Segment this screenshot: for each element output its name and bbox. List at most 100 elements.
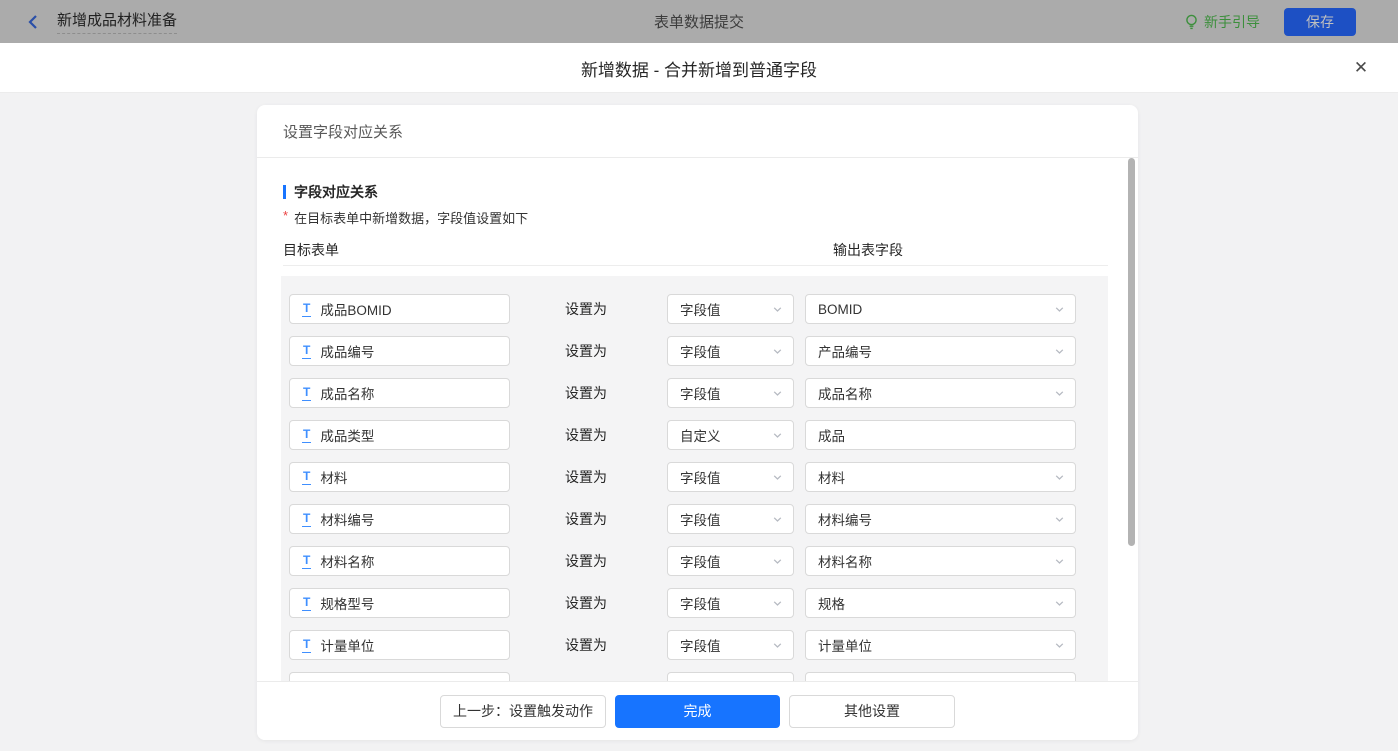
value-mode-select[interactable]: 字段值 bbox=[667, 462, 794, 492]
other-settings-button[interactable]: 其他设置 bbox=[789, 695, 955, 728]
dialog-title: 新增数据 - 合并新增到普通字段 bbox=[0, 43, 1398, 93]
chevron-down-icon bbox=[772, 430, 783, 441]
save-button[interactable]: 保存 bbox=[1284, 8, 1356, 36]
value-mode-select[interactable] bbox=[667, 672, 794, 681]
required-note-text: 在目标表单中新增数据，字段值设置如下 bbox=[294, 208, 528, 227]
target-field-label: 材料编号 bbox=[320, 509, 374, 529]
mapping-row: T计量单位设置为字段值计量单位 bbox=[289, 630, 1108, 660]
chevron-left-icon bbox=[26, 14, 40, 30]
chevron-down-icon bbox=[772, 388, 783, 399]
chevron-down-icon bbox=[1054, 514, 1065, 525]
text-field-icon: T bbox=[302, 302, 311, 317]
value-mode-select[interactable]: 字段值 bbox=[667, 294, 794, 324]
value-mode-select[interactable]: 字段值 bbox=[667, 504, 794, 534]
set-as-label: 设置为 bbox=[565, 509, 607, 529]
chevron-down-icon bbox=[1054, 346, 1065, 357]
chevron-down-icon bbox=[772, 472, 783, 483]
mapping-row-partial bbox=[289, 672, 1108, 681]
target-field-box[interactable]: T 成品类型 bbox=[289, 420, 510, 450]
mapping-rows: T成品BOMID设置为字段值BOMIDT成品编号设置为字段值产品编号T成品名称设… bbox=[281, 276, 1108, 681]
target-field-box[interactable]: T 计量单位 bbox=[289, 630, 510, 660]
output-field-select[interactable] bbox=[805, 672, 1076, 681]
required-note: * 在目标表单中新增数据，字段值设置如下 bbox=[283, 208, 528, 227]
target-field-label: 成品编号 bbox=[320, 341, 374, 361]
value-mode-select[interactable]: 字段值 bbox=[667, 378, 794, 408]
custom-value-input[interactable]: 成品 bbox=[805, 420, 1076, 450]
chevron-down-icon bbox=[1054, 598, 1065, 609]
set-as-label: 设置为 bbox=[565, 467, 607, 487]
text-field-icon: T bbox=[302, 596, 311, 611]
previous-step-button[interactable]: 上一步：设置触发动作 bbox=[440, 695, 606, 728]
output-field-select[interactable]: 成品名称 bbox=[805, 378, 1076, 408]
text-field-icon: T bbox=[302, 428, 311, 443]
target-field-box[interactable]: T 规格型号 bbox=[289, 588, 510, 618]
dialog-body: 设置字段对应关系 字段对应关系 * 在目标表单中新增数据，字段值设置如下 目标表… bbox=[0, 93, 1398, 751]
text-field-icon: T bbox=[302, 386, 311, 401]
chevron-down-icon bbox=[772, 304, 783, 315]
text-field-icon: T bbox=[302, 554, 311, 569]
target-field-box[interactable]: T 材料名称 bbox=[289, 546, 510, 576]
target-field-box[interactable]: T 成品BOMID bbox=[289, 294, 510, 324]
top-bar: 新增成品材料准备 表单数据提交 新手引导 保存 bbox=[0, 0, 1398, 43]
beginner-guide-button[interactable]: 新手引导 bbox=[1184, 12, 1260, 32]
output-field-select[interactable]: 产品编号 bbox=[805, 336, 1076, 366]
target-field-label: 材料 bbox=[320, 467, 347, 487]
value-mode-select[interactable]: 字段值 bbox=[667, 336, 794, 366]
text-field-icon: T bbox=[302, 512, 311, 527]
chevron-down-icon bbox=[1054, 304, 1065, 315]
text-field-icon: T bbox=[302, 638, 311, 653]
mapping-row: T 规格型号 设置为 字段值规格 bbox=[289, 588, 1108, 618]
chevron-down-icon bbox=[1054, 556, 1065, 567]
target-field-label: 成品类型 bbox=[320, 425, 374, 445]
target-field-box[interactable]: T 成品名称 bbox=[289, 378, 510, 408]
section-title: 字段对应关系 bbox=[283, 182, 378, 202]
set-as-label: 设置为 bbox=[565, 383, 607, 403]
set-as-label: 设置为 bbox=[565, 635, 607, 655]
output-field-select[interactable]: BOMID bbox=[805, 294, 1076, 324]
value-mode-select[interactable]: 字段值 bbox=[667, 546, 794, 576]
required-asterisk: * bbox=[283, 208, 288, 223]
dialog-header: 新增数据 - 合并新增到普通字段 ✕ bbox=[0, 43, 1398, 93]
target-field-label: 成品名称 bbox=[320, 383, 374, 403]
chevron-down-icon bbox=[772, 514, 783, 525]
target-field-label: 规格型号 bbox=[320, 593, 374, 613]
text-field-icon: T bbox=[302, 344, 311, 359]
back-button[interactable] bbox=[25, 14, 41, 30]
mapping-row: T材料编号设置为字段值材料编号 bbox=[289, 504, 1108, 534]
mapping-row: T材料设置为字段值材料 bbox=[289, 462, 1108, 492]
set-as-label: 设置为 bbox=[565, 551, 607, 571]
scrollbar-thumb[interactable] bbox=[1128, 158, 1135, 546]
field-mapping-card: 设置字段对应关系 字段对应关系 * 在目标表单中新增数据，字段值设置如下 目标表… bbox=[257, 105, 1138, 740]
workflow-title[interactable]: 新增成品材料准备 bbox=[57, 9, 177, 34]
chevron-down-icon bbox=[1054, 640, 1065, 651]
text-field-icon: T bbox=[302, 470, 311, 485]
target-field-label: 计量单位 bbox=[320, 635, 374, 655]
card-body: 字段对应关系 * 在目标表单中新增数据，字段值设置如下 目标表单 输出表字段 T… bbox=[257, 158, 1138, 681]
target-field-label: 成品BOMID bbox=[320, 299, 391, 319]
close-icon[interactable]: ✕ bbox=[1350, 57, 1372, 79]
target-field-box[interactable]: T 材料编号 bbox=[289, 504, 510, 534]
target-field-box[interactable] bbox=[289, 672, 510, 681]
value-mode-select[interactable]: 自定义 bbox=[667, 420, 794, 450]
set-as-label: 设置为 bbox=[565, 425, 607, 445]
column-header-target-form: 目标表单 bbox=[283, 242, 339, 258]
finish-button[interactable]: 完成 bbox=[615, 695, 780, 728]
output-field-select[interactable]: 材料 bbox=[805, 462, 1076, 492]
set-as-label: 设置为 bbox=[565, 593, 607, 613]
column-headers: 目标表单 输出表字段 bbox=[283, 240, 1108, 260]
output-field-select[interactable]: 材料名称 bbox=[805, 546, 1076, 576]
mapping-row: T 成品BOMID 设置为 字段值 BOMID bbox=[289, 294, 1108, 324]
set-as-label: 设置为 bbox=[565, 299, 607, 319]
chevron-down-icon bbox=[1054, 472, 1065, 483]
target-field-box[interactable]: T 成品编号 bbox=[289, 336, 510, 366]
value-mode-select[interactable]: 字段值 bbox=[667, 630, 794, 660]
header-divider bbox=[283, 265, 1108, 266]
section-title-text: 字段对应关系 bbox=[294, 182, 378, 202]
value-mode-select[interactable]: 字段值 bbox=[667, 588, 794, 618]
output-field-select[interactable]: 规格 bbox=[805, 588, 1076, 618]
output-field-select[interactable]: 材料编号 bbox=[805, 504, 1076, 534]
target-field-label: 材料名称 bbox=[320, 551, 374, 571]
output-field-select[interactable]: 计量单位 bbox=[805, 630, 1076, 660]
target-field-box[interactable]: T 材料 bbox=[289, 462, 510, 492]
set-as-label: 设置为 bbox=[565, 341, 607, 361]
